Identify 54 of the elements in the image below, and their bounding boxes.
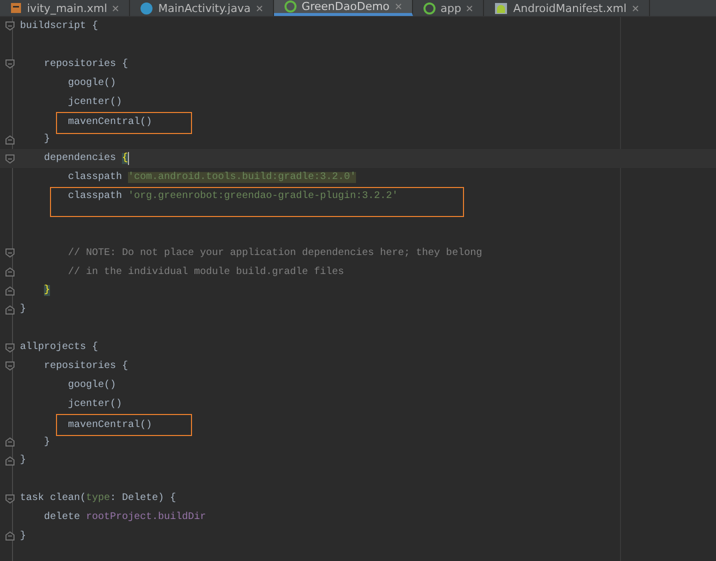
circle-icon (284, 0, 297, 13)
fold-icon[interactable] (5, 134, 15, 145)
circle-icon (422, 2, 436, 14)
fold-icon[interactable] (5, 21, 15, 32)
code-text: mavenCentral() (68, 117, 152, 128)
fold-icon[interactable] (5, 286, 15, 296)
code-text: jcenter() (68, 96, 122, 108)
editor-tab[interactable]: GreenDaoDemo (274, 0, 413, 16)
fold-icon[interactable] (5, 59, 15, 70)
code-text: } (44, 134, 50, 146)
fold-icon[interactable] (5, 456, 15, 466)
code-text: } (44, 436, 50, 448)
class-icon (140, 2, 154, 14)
fold-icon[interactable] (5, 342, 15, 353)
close-icon[interactable] (394, 3, 402, 10)
fold-icon[interactable] (5, 304, 15, 315)
fold-icon[interactable] (5, 248, 15, 258)
matched-brace: { (122, 153, 128, 164)
code-text: dependencies (44, 153, 118, 164)
code-text: } (20, 530, 26, 542)
code-text: mavenCentral() (68, 420, 152, 431)
xml-file-icon (10, 2, 22, 14)
code-comment: // NOTE: Do not place your application dependencies here; they belong (68, 248, 482, 259)
code-text: task clean( (20, 493, 86, 504)
fold-icon[interactable] (5, 361, 15, 372)
fold-icon[interactable] (5, 531, 15, 542)
code-text: } (20, 304, 26, 316)
code-text: google() (68, 380, 116, 391)
matched-brace: } (44, 285, 50, 296)
code-text: jcenter() (68, 398, 122, 410)
close-icon[interactable] (112, 4, 120, 12)
fold-icon[interactable] (5, 154, 15, 164)
fold-icon[interactable] (5, 437, 15, 448)
code-text: buildscript { (20, 20, 98, 32)
code-text: allprojects { (20, 342, 98, 354)
code-text: repositories { (44, 360, 128, 372)
close-icon[interactable] (466, 4, 474, 12)
fold-icon[interactable] (5, 494, 15, 504)
code-text: classpath (68, 172, 124, 184)
close-icon[interactable] (256, 4, 263, 12)
code-text: classpath (68, 190, 124, 202)
property-reference: rootProject.buildDir (86, 512, 206, 524)
android-file-icon (494, 2, 508, 14)
string-literal: 'com.android.tools.build:gradle:3.2.0' (128, 172, 356, 184)
code-text: : Delete) { (110, 493, 176, 504)
named-argument: type (86, 493, 110, 504)
string-literal: 'org.greenrobot:greendao-gradle-plugin:3.2.2' (128, 190, 398, 202)
fold-icon[interactable] (5, 267, 15, 278)
code-text: google() (68, 78, 116, 89)
code-text: } (20, 455, 26, 466)
close-icon[interactable] (632, 4, 638, 12)
code-text: repositories { (44, 58, 128, 70)
code-comment: // in the individual module build.gradle files (68, 266, 344, 278)
code-text: delete (44, 512, 82, 524)
